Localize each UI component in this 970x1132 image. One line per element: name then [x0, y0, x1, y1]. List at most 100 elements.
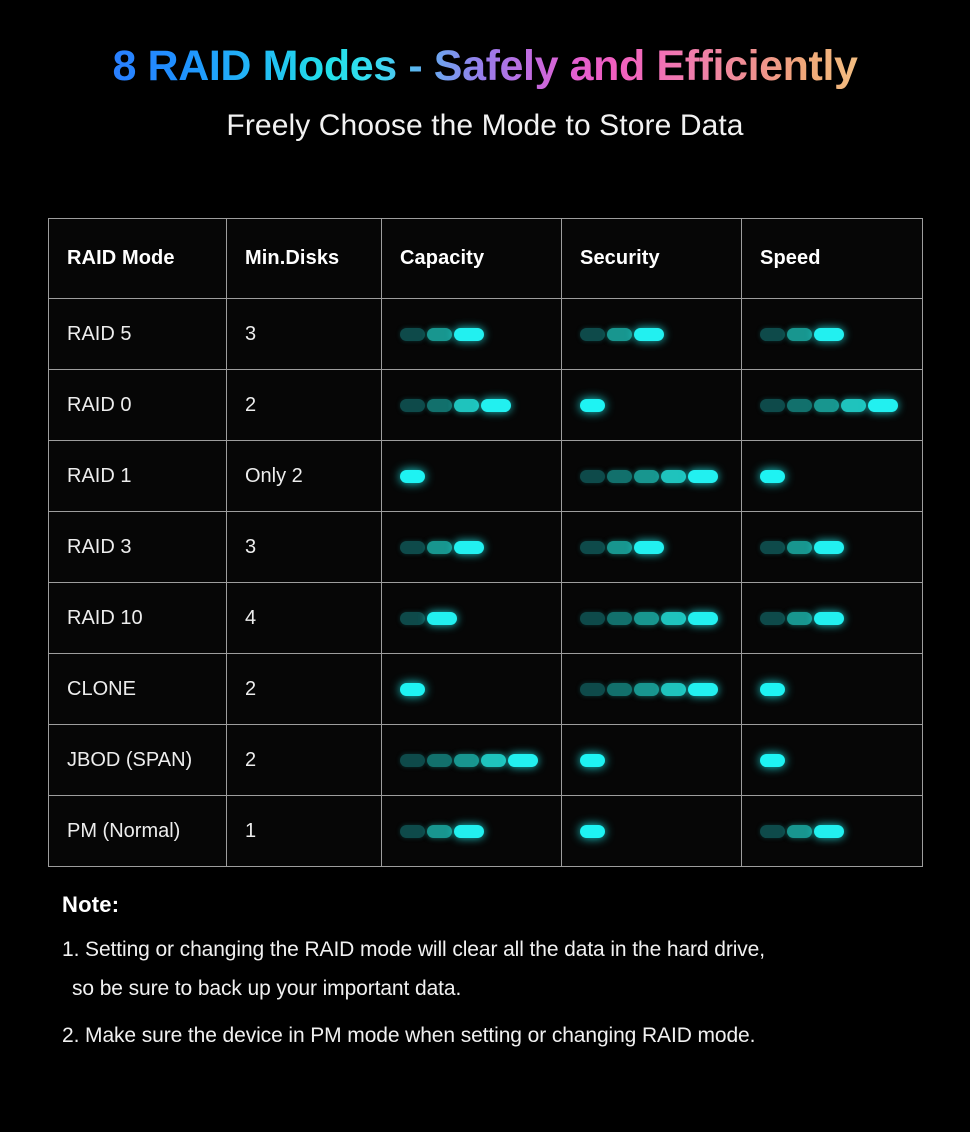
speed-bar-segment [760, 469, 785, 483]
cell-capacity [381, 795, 562, 867]
speed-bar-segment [814, 824, 844, 838]
security-bar-segment [688, 469, 718, 483]
security-bar-segment [688, 611, 718, 625]
cell-min-disks: 2 [226, 653, 382, 725]
table-header-row: RAID Mode Min.Disks Capacity Security Sp… [48, 218, 923, 299]
notes-heading: Note: [62, 892, 120, 917]
cell-raid-mode: CLONE [48, 653, 227, 725]
speed-bar-segment [760, 540, 785, 554]
security-bar-segment [634, 469, 659, 483]
cell-speed [741, 653, 923, 725]
speed-rating-bar [760, 370, 904, 440]
cell-speed [741, 440, 923, 512]
speed-bar-segment [760, 682, 785, 696]
capacity-bar-segment [400, 753, 425, 767]
security-bar-segment [661, 682, 686, 696]
capacity-rating-bar [400, 725, 543, 795]
table-row: CLONE 2 [48, 653, 923, 725]
speed-bar-segment [787, 824, 812, 838]
column-header-security: Security [561, 218, 742, 299]
capacity-rating-bar [400, 441, 543, 511]
cell-speed [741, 582, 923, 654]
cell-capacity [381, 369, 562, 441]
speed-rating-bar [760, 512, 904, 582]
security-bar-segment [607, 540, 632, 554]
cell-security [561, 298, 742, 370]
cell-security [561, 440, 742, 512]
note-item-1-cont: so be sure to back up your important dat… [72, 976, 462, 1000]
capacity-bar-segment [454, 753, 479, 767]
security-bar-segment [634, 682, 659, 696]
cell-security [561, 795, 742, 867]
note-item-2: 2. Make sure the device in PM mode when … [62, 1023, 756, 1047]
cell-min-disks: 3 [226, 298, 382, 370]
security-bar-segment [580, 824, 605, 838]
capacity-bar-segment [400, 682, 425, 696]
cell-min-disks: 4 [226, 582, 382, 654]
cell-capacity [381, 653, 562, 725]
cell-raid-mode: PM (Normal) [48, 795, 227, 867]
capacity-bar-segment [454, 398, 479, 412]
security-rating-bar [580, 512, 723, 582]
notes-section: Note: 1. Setting or changing the RAID mo… [62, 892, 922, 1051]
security-bar-segment [607, 682, 632, 696]
cell-min-disks: 2 [226, 724, 382, 796]
page-title: 8 RAID Modes - Safely and Efficiently [112, 42, 858, 90]
security-rating-bar [580, 796, 723, 866]
capacity-rating-bar [400, 583, 543, 653]
cell-security [561, 653, 742, 725]
capacity-rating-bar [400, 796, 543, 866]
security-bar-segment [607, 327, 632, 341]
table-row: RAID 53 [48, 298, 923, 370]
cell-speed [741, 795, 923, 867]
note-item-1: 1. Setting or changing the RAID mode wil… [62, 938, 765, 961]
raid-comparison-table: RAID Mode Min.Disks Capacity Security Sp… [48, 218, 923, 867]
security-rating-bar [580, 441, 723, 511]
capacity-bar-segment [454, 327, 484, 341]
security-bar-segment [634, 540, 664, 554]
cell-security [561, 511, 742, 583]
cell-min-disks: 3 [226, 511, 382, 583]
security-bar-segment [688, 682, 718, 696]
cell-raid-mode: JBOD (SPAN) [48, 724, 227, 796]
cell-capacity [381, 582, 562, 654]
speed-bar-segment [760, 824, 785, 838]
cell-capacity [381, 511, 562, 583]
speed-rating-bar [760, 299, 904, 369]
speed-rating-bar [760, 441, 904, 511]
cell-min-disks: 2 [226, 369, 382, 441]
capacity-rating-bar [400, 299, 543, 369]
cell-raid-mode: RAID 0 [48, 369, 227, 441]
capacity-bar-segment [400, 611, 425, 625]
speed-rating-bar [760, 654, 904, 724]
cell-capacity [381, 298, 562, 370]
speed-rating-bar [760, 725, 904, 795]
capacity-bar-segment [400, 398, 425, 412]
capacity-rating-bar [400, 512, 543, 582]
cell-min-disks: 1 [226, 795, 382, 867]
capacity-bar-segment [427, 753, 452, 767]
security-bar-segment [607, 611, 632, 625]
capacity-bar-segment [481, 753, 506, 767]
capacity-bar-segment [427, 327, 452, 341]
security-rating-bar [580, 725, 723, 795]
table-row: JBOD (SPAN) 2 [48, 724, 923, 796]
security-bar-segment [580, 398, 605, 412]
table-row: RAID 10 4 [48, 582, 923, 654]
table-row: RAID 02 [48, 369, 923, 441]
capacity-bar-segment [427, 611, 457, 625]
cell-speed [741, 369, 923, 441]
security-rating-bar [580, 299, 723, 369]
security-bar-segment [580, 682, 605, 696]
cell-security [561, 369, 742, 441]
capacity-bar-segment [508, 753, 538, 767]
security-bar-segment [607, 469, 632, 483]
security-bar-segment [661, 469, 686, 483]
capacity-bar-segment [454, 824, 484, 838]
capacity-bar-segment [400, 327, 425, 341]
speed-rating-bar [760, 796, 904, 866]
cell-security [561, 582, 742, 654]
cell-raid-mode: RAID 5 [48, 298, 227, 370]
speed-bar-segment [760, 611, 785, 625]
security-bar-segment [634, 611, 659, 625]
